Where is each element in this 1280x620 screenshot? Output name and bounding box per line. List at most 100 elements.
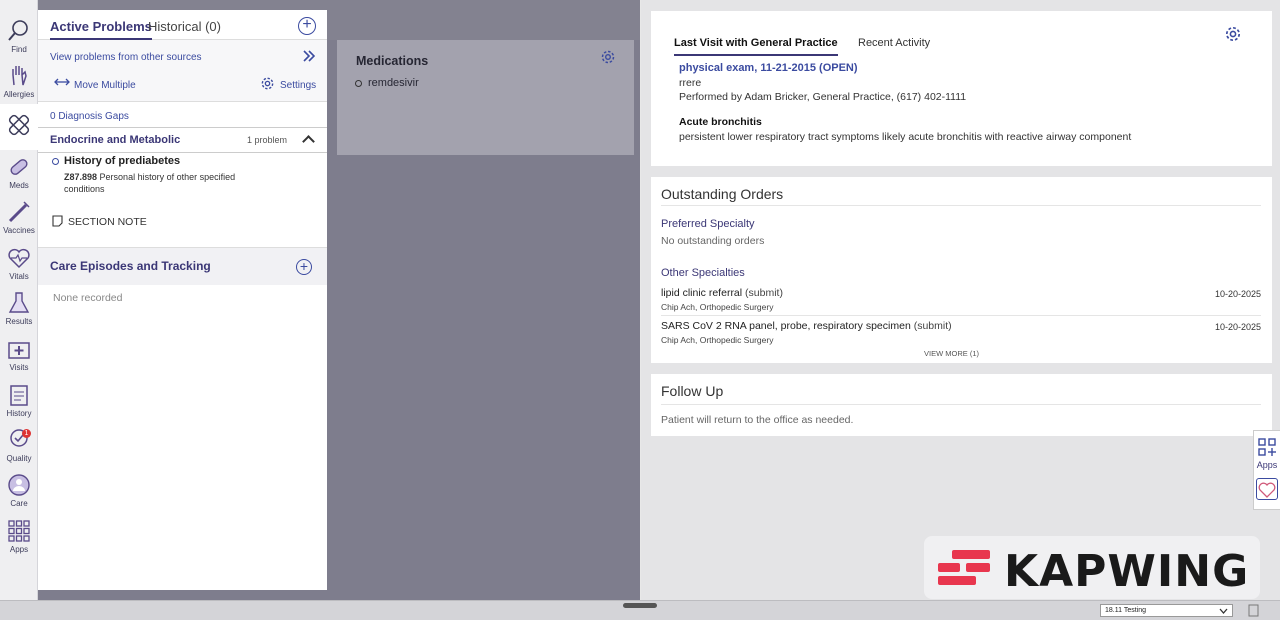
- order-row[interactable]: lipid clinic referral (submit) Chip Ach,…: [661, 287, 1261, 316]
- grid-icon: [8, 520, 30, 542]
- preferred-specialty-title: Preferred Specialty: [661, 218, 755, 230]
- kapwing-wordmark: KAPWING: [1004, 546, 1250, 597]
- resize-handle[interactable]: [623, 603, 657, 608]
- rail-find[interactable]: Find: [0, 14, 38, 60]
- tab-last-visit[interactable]: Last Visit with General Practice: [674, 37, 838, 56]
- divider: [661, 205, 1261, 206]
- search-icon: [8, 20, 28, 41]
- kapwing-watermark: KAPWING: [924, 536, 1260, 599]
- divider: [661, 404, 1261, 405]
- order-by: Chip Ach, Orthopedic Surgery: [661, 335, 774, 345]
- problem-group-header[interactable]: Endocrine and Metabolic 1 problem: [38, 127, 327, 153]
- other-sources-link[interactable]: View problems from other sources: [50, 52, 202, 63]
- problem-group-title: Endocrine and Metabolic: [50, 134, 181, 146]
- nav-rail: Find Allergies Meds Vaccines Vitals Resu…: [0, 0, 38, 600]
- gear-icon[interactable]: [600, 49, 616, 65]
- problems-toolbar: View problems from other sources Move Mu…: [38, 40, 327, 102]
- side-apps-label: Apps: [1256, 460, 1278, 470]
- tab-recent-activity[interactable]: Recent Activity: [858, 37, 930, 49]
- problem-code-line: Z87.898 Personal history of other specif…: [64, 171, 264, 195]
- gear-icon[interactable]: [1224, 25, 1242, 43]
- order-name: lipid clinic referral: [661, 287, 743, 299]
- follow-up-card: Follow Up Patient will return to the off…: [651, 374, 1272, 436]
- order-status: (submit): [745, 287, 783, 299]
- problem-status-icon: [52, 158, 59, 165]
- visit-note: rrere: [679, 77, 702, 89]
- page-icon[interactable]: [1248, 604, 1259, 617]
- order-date: 10-20-2025: [1214, 289, 1261, 299]
- settings-button[interactable]: Settings: [280, 80, 316, 91]
- medications-title: Medications: [356, 54, 429, 68]
- rail-results[interactable]: Results: [0, 286, 38, 332]
- rail-vaccines[interactable]: Vaccines: [0, 195, 38, 241]
- care-team-icon: [8, 474, 30, 496]
- note-icon: [52, 215, 63, 227]
- visit-diagnosis-note: persistent lower respiratory tract sympt…: [679, 131, 1132, 143]
- problems-panel: Active Problems Historical (0) + View pr…: [38, 10, 327, 590]
- follow-up-title: Follow Up: [661, 383, 724, 399]
- order-date: 10-20-2025: [1214, 322, 1261, 332]
- medication-item: remdesivir: [355, 77, 419, 89]
- visit-diagnosis: Acute bronchitis: [679, 116, 762, 128]
- order-row[interactable]: SARS CoV 2 RNA panel, probe, respiratory…: [661, 320, 1261, 346]
- tab-active-problems[interactable]: Active Problems: [50, 19, 152, 40]
- summary-pane: Last Visit with General Practice Recent …: [641, 0, 1280, 600]
- other-specialties-title: Other Specialties: [661, 267, 745, 279]
- section-note-label: SECTION NOTE: [68, 216, 147, 228]
- order-status: (submit): [913, 320, 952, 332]
- care-episodes-title: Care Episodes and Tracking: [50, 259, 211, 273]
- problem-group-count: 1 problem: [247, 135, 288, 145]
- follow-up-text: Patient will return to the office as nee…: [661, 414, 854, 426]
- gear-icon: [261, 77, 274, 90]
- rail-vitals[interactable]: Vitals: [0, 241, 38, 287]
- version-select[interactable]: 18.11 Testing: [1100, 604, 1233, 617]
- rail-meds[interactable]: Meds: [0, 150, 38, 196]
- version-value: 18.11 Testing: [1105, 607, 1146, 614]
- outstanding-orders-card: Outstanding Orders Preferred Specialty N…: [651, 177, 1272, 363]
- clipboard-icon: [10, 385, 28, 406]
- heart-app-button[interactable]: [1256, 478, 1278, 500]
- care-episodes-empty: None recorded: [53, 292, 123, 304]
- preferred-empty: No outstanding orders: [661, 235, 765, 247]
- visit-exam-link[interactable]: physical exam, 11-21-2015 (OPEN): [679, 62, 858, 74]
- rail-quality[interactable]: 1 Quality: [0, 423, 38, 469]
- medkit-icon: [8, 342, 30, 359]
- order-by: Chip Ach, Orthopedic Surgery: [661, 302, 774, 312]
- rail-care[interactable]: Care: [0, 468, 38, 514]
- tab-historical[interactable]: Historical (0): [148, 19, 221, 34]
- flask-icon: [8, 292, 30, 313]
- visit-performed-by: Performed by Adam Bricker, General Pract…: [679, 91, 967, 103]
- medications-panel: Medications remdesivir: [337, 40, 634, 155]
- outstanding-orders-title: Outstanding Orders: [661, 186, 784, 202]
- problem-name: History of prediabetes: [64, 155, 181, 167]
- status-bar: 18.11 Testing: [0, 600, 1280, 620]
- rail-allergies[interactable]: Allergies: [0, 59, 38, 105]
- pill-icon: [10, 159, 28, 175]
- rail-visits[interactable]: Visits: [0, 332, 38, 378]
- move-multiple-button[interactable]: Move Multiple: [74, 80, 136, 91]
- double-chevron-right-icon[interactable]: [303, 50, 315, 62]
- chevron-down-icon: [1219, 608, 1228, 614]
- heart-icon: [1258, 482, 1276, 498]
- care-episodes-header: Care Episodes and Tracking +: [38, 247, 327, 285]
- side-apps-launcher[interactable]: Apps: [1253, 430, 1280, 510]
- diagnosis-gaps-link[interactable]: 0 Diagnosis Gaps: [50, 111, 129, 122]
- order-name: SARS CoV 2 RNA panel, probe, respiratory…: [661, 320, 911, 332]
- add-problem-button[interactable]: +: [298, 17, 316, 35]
- add-care-episode-button[interactable]: +: [296, 259, 312, 275]
- heart-icon: [8, 248, 30, 269]
- chevron-up-icon[interactable]: [302, 135, 315, 148]
- problems-tabs: Active Problems Historical (0) +: [38, 10, 327, 40]
- hand-icon: [12, 66, 27, 86]
- rail-history[interactable]: History: [0, 378, 38, 424]
- bandage-icon: [8, 114, 30, 136]
- move-arrows-icon: [54, 78, 70, 86]
- problem-code: Z87.898: [64, 172, 98, 182]
- view-more-button[interactable]: VIEW MORE (1): [641, 349, 1262, 358]
- syringe-icon: [8, 201, 30, 223]
- section-note-button[interactable]: SECTION NOTE: [52, 215, 147, 228]
- rail-problems[interactable]: [0, 104, 38, 150]
- kapwing-logo-icon: [938, 550, 990, 585]
- apps-add-icon: [1258, 438, 1276, 456]
- rail-apps[interactable]: Apps: [0, 514, 38, 560]
